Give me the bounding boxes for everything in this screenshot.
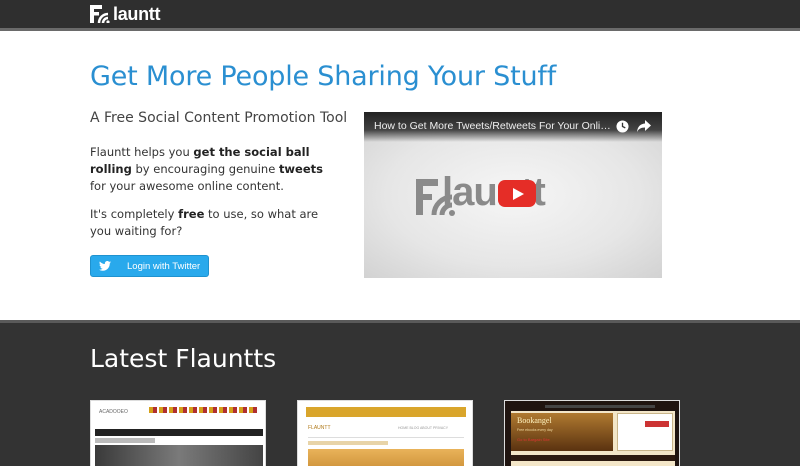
free-text-1: It's completely <box>90 207 179 221</box>
thumb2-logo: FLAUNTT <box>308 425 331 431</box>
thumb3-subtitle: Free ebooks every day <box>517 428 553 432</box>
flauntt-thumbnail-2[interactable]: FLAUNTT HOME BLOG ABOUT PRIVACY <box>297 400 473 466</box>
intro-text-2: by encouraging genuine <box>131 162 279 176</box>
thumb3-button <box>645 421 669 427</box>
thumb1-logo: ACADOOEO <box>99 409 128 415</box>
youtube-play-button[interactable] <box>498 180 536 207</box>
video-player[interactable]: launtt How to Get More Tweets/Retweets F… <box>364 112 662 278</box>
latest-section-title: Latest Flauntts <box>90 344 277 373</box>
thumb2-nav: HOME BLOG ABOUT PRIVACY <box>398 426 449 430</box>
logo-text: launtt <box>113 4 161 24</box>
thumb3-top-strip <box>545 405 655 408</box>
thumb3-link: Go to Bargain Site <box>517 437 550 442</box>
free-paragraph: It's completely free to use, so what are… <box>90 206 330 240</box>
intro-text-1: Flauntt helps you <box>90 145 194 159</box>
share-arrow-icon[interactable] <box>637 120 651 133</box>
thumb1-stripe <box>149 407 259 413</box>
top-bar: launtt <box>0 0 800 31</box>
login-button-label: Login with Twitter <box>127 260 201 272</box>
free-bold: free <box>178 207 205 221</box>
latest-section: Latest Flauntts ACADOOEO FLAUNTT HOME BL… <box>0 320 800 466</box>
video-title[interactable]: How to Get More Tweets/Retweets For Your… <box>374 120 614 132</box>
subheading: A Free Social Content Promotion Tool <box>90 110 348 126</box>
site-logo[interactable]: launtt <box>90 4 161 24</box>
flauntt-thumbnail-3[interactable]: Bookangel Free ebooks every day Go to Ba… <box>504 400 680 466</box>
thumb3-row <box>511 455 675 461</box>
page-title: Get More People Sharing Your Stuff <box>90 61 557 92</box>
thumb1-header <box>91 401 265 429</box>
twitter-bird-icon <box>99 261 111 271</box>
hero-section: Get More People Sharing Your Stuff A Fre… <box>0 31 800 320</box>
intro-text-3: for your awesome online content. <box>90 179 284 193</box>
flauntt-logo-icon <box>90 5 110 23</box>
intro-bold-2: tweets <box>278 162 324 176</box>
login-with-twitter-button[interactable]: Login with Twitter <box>90 255 209 277</box>
intro-paragraph: Flauntt helps you get the social ball ro… <box>90 144 330 195</box>
thumb2-text <box>308 441 388 445</box>
thumb2-divider <box>308 437 464 438</box>
flauntt-thumbnail-1[interactable]: ACADOOEO <box>90 400 266 466</box>
watch-later-clock-icon[interactable] <box>616 120 629 133</box>
thumb1-nav <box>95 429 263 436</box>
thumb3-title: Bookangel <box>517 416 552 425</box>
thumb3-sidebar <box>617 413 673 451</box>
thumb2-top-bar <box>306 407 466 417</box>
thumb1-image <box>95 445 263 466</box>
thumb1-tab <box>95 438 155 443</box>
thumb2-image <box>308 449 464 466</box>
